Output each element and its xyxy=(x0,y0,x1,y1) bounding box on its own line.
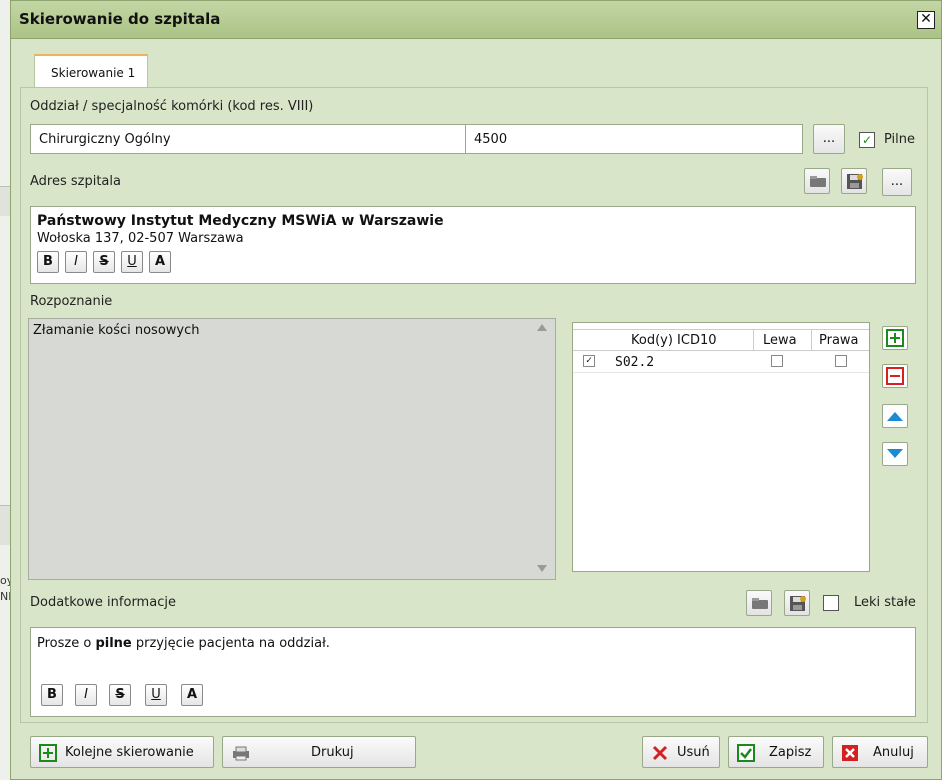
close-x-icon xyxy=(652,745,668,761)
checkmark-square-icon xyxy=(737,744,755,762)
icd10-table-header: Kod(y) ICD10 Lewa Prawa xyxy=(573,329,869,351)
folder-open-icon xyxy=(752,598,768,609)
italic-button[interactable]: I xyxy=(75,684,97,706)
background-app-strip xyxy=(0,505,10,545)
icd10-table: Kod(y) ICD10 Lewa Prawa ✓ S02.2 xyxy=(572,322,870,572)
cancel-label: Anuluj xyxy=(873,745,914,760)
italic-button[interactable]: I xyxy=(65,251,87,273)
remove-icd-button[interactable] xyxy=(882,364,908,388)
hospital-save-button[interactable] xyxy=(841,168,867,194)
hospital-address-label: Adres szpitala xyxy=(30,174,121,189)
underline-button[interactable]: U xyxy=(145,684,167,706)
scroll-down-arrow[interactable] xyxy=(537,565,547,572)
hospital-address-box[interactable]: Państwowy Instytut Medyczny MSWiA w Wars… xyxy=(30,206,916,284)
save-label: Zapisz xyxy=(769,745,812,760)
urgent-checkbox[interactable]: ✓ xyxy=(859,132,875,148)
tab-referral-1[interactable]: Skierowanie 1 xyxy=(34,54,148,88)
diagnosis-label: Rozpoznanie xyxy=(30,294,113,309)
print-label: Drukuj xyxy=(311,745,354,760)
text-color-button[interactable]: A xyxy=(181,684,203,706)
cancel-button[interactable]: Anuluj xyxy=(832,736,928,768)
department-code-field[interactable]: 4500 xyxy=(465,124,803,154)
delete-button[interactable]: Usuń xyxy=(642,736,720,768)
table-row[interactable]: ✓ S02.2 xyxy=(573,351,869,373)
next-referral-button[interactable]: Kolejne skierowanie xyxy=(30,736,214,768)
additional-text-part: przyjęcie pacjenta na oddział. xyxy=(131,636,330,651)
save-button[interactable]: Zapisz xyxy=(728,736,824,768)
hospital-browse-button[interactable]: ... xyxy=(882,168,912,196)
column-divider xyxy=(753,330,754,350)
dialog-titlebar: Skierowanie do szpitala ✕ xyxy=(11,1,941,39)
strikethrough-button[interactable]: S xyxy=(109,684,131,706)
arrow-down-icon xyxy=(887,449,903,458)
floppy-save-icon xyxy=(790,596,806,611)
diagnosis-text: Złamanie kości nosowych xyxy=(33,323,200,338)
delete-label: Usuń xyxy=(677,745,710,760)
additional-save-button[interactable] xyxy=(784,590,810,616)
add-icd-button[interactable] xyxy=(882,326,908,350)
hospital-open-button[interactable] xyxy=(804,168,830,194)
icd-code-cell: S02.2 xyxy=(615,355,655,370)
left-side-checkbox[interactable] xyxy=(771,355,783,367)
plus-square-icon xyxy=(39,744,57,762)
additional-info-label: Dodatkowe informacje xyxy=(30,595,176,610)
floppy-save-icon xyxy=(847,174,863,189)
chronic-meds-checkbox[interactable] xyxy=(823,595,839,611)
department-name-field[interactable]: Chirurgiczny Ogólny xyxy=(30,124,466,154)
chronic-meds-label: Leki stałe xyxy=(854,595,916,610)
next-referral-label: Kolejne skierowanie xyxy=(65,745,194,760)
additional-info-box[interactable]: Prosze o pilne przyjęcie pacjenta na odd… xyxy=(30,627,916,717)
printer-icon xyxy=(233,746,249,761)
column-header-right: Prawa xyxy=(819,333,859,348)
department-label: Oddział / specjalność komórki (kod res. … xyxy=(30,99,314,114)
dialog-title: Skierowanie do szpitala xyxy=(19,10,221,28)
right-side-checkbox[interactable] xyxy=(835,355,847,367)
scroll-up-arrow[interactable] xyxy=(537,324,547,331)
bold-button[interactable]: B xyxy=(37,251,59,273)
folder-open-icon xyxy=(810,176,826,187)
additional-text-bold: pilne xyxy=(95,636,132,651)
cancel-square-icon xyxy=(842,745,858,761)
underline-button[interactable]: U xyxy=(121,251,143,273)
print-button[interactable]: Drukuj xyxy=(222,736,416,768)
column-divider xyxy=(811,330,812,350)
column-header-code: Kod(y) ICD10 xyxy=(631,333,717,348)
diagnosis-textarea[interactable]: Złamanie kości nosowych xyxy=(28,318,556,580)
additional-open-button[interactable] xyxy=(746,590,772,616)
department-browse-button[interactable]: ... xyxy=(813,124,845,154)
text-color-button[interactable]: A xyxy=(149,251,171,273)
arrow-up-icon xyxy=(887,412,903,421)
hospital-name: Państwowy Instytut Medyczny MSWiA w Wars… xyxy=(37,213,444,229)
bold-button[interactable]: B xyxy=(41,684,63,706)
move-up-button[interactable] xyxy=(882,404,908,428)
move-down-button[interactable] xyxy=(882,442,908,466)
plus-square-icon xyxy=(886,329,904,347)
row-select-checkbox[interactable]: ✓ xyxy=(583,355,595,367)
column-header-left: Lewa xyxy=(763,333,797,348)
additional-text-part: Prosze o xyxy=(37,636,96,651)
urgent-label: Pilne xyxy=(884,132,916,147)
strikethrough-button[interactable]: S xyxy=(93,251,115,273)
background-app-strip xyxy=(0,186,10,216)
hospital-street: Wołoska 137, 02-507 Warszawa xyxy=(37,231,244,246)
additional-info-text: Prosze o pilne przyjęcie pacjenta na odd… xyxy=(37,636,330,651)
close-button[interactable]: ✕ xyxy=(917,11,935,29)
minus-square-icon xyxy=(886,367,904,385)
